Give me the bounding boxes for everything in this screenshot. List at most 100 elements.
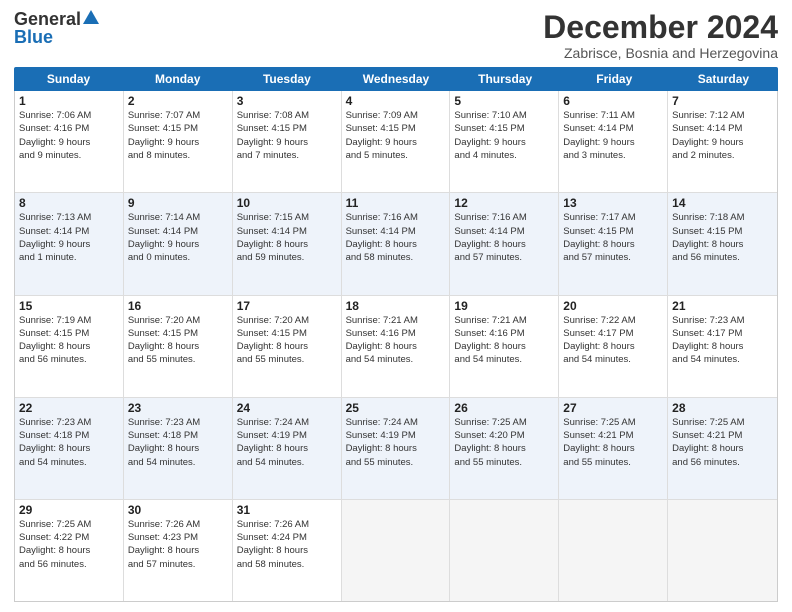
logo-icon xyxy=(83,10,99,24)
day-number: 9 xyxy=(128,196,228,210)
day-info: Sunrise: 7:10 AMSunset: 4:15 PMDaylight:… xyxy=(454,109,554,162)
day-number: 21 xyxy=(672,299,773,313)
page: General Blue December 2024 Zabrisce, Bos… xyxy=(0,0,792,612)
day-cell-23: 23Sunrise: 7:23 AMSunset: 4:18 PMDayligh… xyxy=(124,398,233,499)
day-number: 19 xyxy=(454,299,554,313)
day-info: Sunrise: 7:15 AMSunset: 4:14 PMDaylight:… xyxy=(237,211,337,264)
day-cell-26: 26Sunrise: 7:25 AMSunset: 4:20 PMDayligh… xyxy=(450,398,559,499)
day-info: Sunrise: 7:11 AMSunset: 4:14 PMDaylight:… xyxy=(563,109,663,162)
day-cell-13: 13Sunrise: 7:17 AMSunset: 4:15 PMDayligh… xyxy=(559,193,668,294)
day-info: Sunrise: 7:13 AMSunset: 4:14 PMDaylight:… xyxy=(19,211,119,264)
day-cell-15: 15Sunrise: 7:19 AMSunset: 4:15 PMDayligh… xyxy=(15,296,124,397)
calendar-row-3: 15Sunrise: 7:19 AMSunset: 4:15 PMDayligh… xyxy=(15,296,777,398)
day-info: Sunrise: 7:25 AMSunset: 4:21 PMDaylight:… xyxy=(563,416,663,469)
day-cell-4: 4Sunrise: 7:09 AMSunset: 4:15 PMDaylight… xyxy=(342,91,451,192)
day-cell-9: 9Sunrise: 7:14 AMSunset: 4:14 PMDaylight… xyxy=(124,193,233,294)
day-info: Sunrise: 7:20 AMSunset: 4:15 PMDaylight:… xyxy=(237,314,337,367)
day-info: Sunrise: 7:25 AMSunset: 4:21 PMDaylight:… xyxy=(672,416,773,469)
day-cell-25: 25Sunrise: 7:24 AMSunset: 4:19 PMDayligh… xyxy=(342,398,451,499)
day-cell-24: 24Sunrise: 7:24 AMSunset: 4:19 PMDayligh… xyxy=(233,398,342,499)
day-cell-12: 12Sunrise: 7:16 AMSunset: 4:14 PMDayligh… xyxy=(450,193,559,294)
day-cell-8: 8Sunrise: 7:13 AMSunset: 4:14 PMDaylight… xyxy=(15,193,124,294)
day-number: 27 xyxy=(563,401,663,415)
day-info: Sunrise: 7:24 AMSunset: 4:19 PMDaylight:… xyxy=(346,416,446,469)
day-number: 28 xyxy=(672,401,773,415)
day-info: Sunrise: 7:21 AMSunset: 4:16 PMDaylight:… xyxy=(346,314,446,367)
header-cell-tuesday: Tuesday xyxy=(232,67,341,91)
calendar-row-1: 1Sunrise: 7:06 AMSunset: 4:16 PMDaylight… xyxy=(15,91,777,193)
day-number: 4 xyxy=(346,94,446,108)
day-cell-1: 1Sunrise: 7:06 AMSunset: 4:16 PMDaylight… xyxy=(15,91,124,192)
day-number: 25 xyxy=(346,401,446,415)
calendar-row-5: 29Sunrise: 7:25 AMSunset: 4:22 PMDayligh… xyxy=(15,500,777,601)
day-info: Sunrise: 7:23 AMSunset: 4:18 PMDaylight:… xyxy=(128,416,228,469)
day-info: Sunrise: 7:18 AMSunset: 4:15 PMDaylight:… xyxy=(672,211,773,264)
day-number: 8 xyxy=(19,196,119,210)
day-cell-31: 31Sunrise: 7:26 AMSunset: 4:24 PMDayligh… xyxy=(233,500,342,601)
location: Zabrisce, Bosnia and Herzegovina xyxy=(543,45,778,61)
day-number: 7 xyxy=(672,94,773,108)
header-cell-thursday: Thursday xyxy=(451,67,560,91)
day-cell-empty xyxy=(668,500,777,601)
day-info: Sunrise: 7:19 AMSunset: 4:15 PMDaylight:… xyxy=(19,314,119,367)
day-number: 22 xyxy=(19,401,119,415)
day-number: 1 xyxy=(19,94,119,108)
day-cell-2: 2Sunrise: 7:07 AMSunset: 4:15 PMDaylight… xyxy=(124,91,233,192)
day-number: 24 xyxy=(237,401,337,415)
day-info: Sunrise: 7:23 AMSunset: 4:17 PMDaylight:… xyxy=(672,314,773,367)
day-info: Sunrise: 7:14 AMSunset: 4:14 PMDaylight:… xyxy=(128,211,228,264)
day-info: Sunrise: 7:21 AMSunset: 4:16 PMDaylight:… xyxy=(454,314,554,367)
day-cell-11: 11Sunrise: 7:16 AMSunset: 4:14 PMDayligh… xyxy=(342,193,451,294)
day-cell-14: 14Sunrise: 7:18 AMSunset: 4:15 PMDayligh… xyxy=(668,193,777,294)
logo-general-text: General xyxy=(14,10,81,28)
header-cell-wednesday: Wednesday xyxy=(341,67,450,91)
day-cell-18: 18Sunrise: 7:21 AMSunset: 4:16 PMDayligh… xyxy=(342,296,451,397)
day-info: Sunrise: 7:16 AMSunset: 4:14 PMDaylight:… xyxy=(454,211,554,264)
day-info: Sunrise: 7:06 AMSunset: 4:16 PMDaylight:… xyxy=(19,109,119,162)
day-number: 29 xyxy=(19,503,119,517)
day-info: Sunrise: 7:09 AMSunset: 4:15 PMDaylight:… xyxy=(346,109,446,162)
day-number: 30 xyxy=(128,503,228,517)
day-cell-7: 7Sunrise: 7:12 AMSunset: 4:14 PMDaylight… xyxy=(668,91,777,192)
day-number: 2 xyxy=(128,94,228,108)
header-cell-monday: Monday xyxy=(123,67,232,91)
day-number: 16 xyxy=(128,299,228,313)
day-info: Sunrise: 7:26 AMSunset: 4:23 PMDaylight:… xyxy=(128,518,228,571)
day-info: Sunrise: 7:25 AMSunset: 4:20 PMDaylight:… xyxy=(454,416,554,469)
day-number: 18 xyxy=(346,299,446,313)
day-cell-21: 21Sunrise: 7:23 AMSunset: 4:17 PMDayligh… xyxy=(668,296,777,397)
day-cell-10: 10Sunrise: 7:15 AMSunset: 4:14 PMDayligh… xyxy=(233,193,342,294)
day-cell-empty xyxy=(559,500,668,601)
calendar: SundayMondayTuesdayWednesdayThursdayFrid… xyxy=(14,67,778,602)
day-info: Sunrise: 7:08 AMSunset: 4:15 PMDaylight:… xyxy=(237,109,337,162)
day-cell-6: 6Sunrise: 7:11 AMSunset: 4:14 PMDaylight… xyxy=(559,91,668,192)
day-number: 12 xyxy=(454,196,554,210)
calendar-row-4: 22Sunrise: 7:23 AMSunset: 4:18 PMDayligh… xyxy=(15,398,777,500)
day-info: Sunrise: 7:23 AMSunset: 4:18 PMDaylight:… xyxy=(19,416,119,469)
day-cell-empty xyxy=(342,500,451,601)
header-cell-sunday: Sunday xyxy=(14,67,123,91)
logo-blue-text: Blue xyxy=(14,28,53,46)
day-cell-19: 19Sunrise: 7:21 AMSunset: 4:16 PMDayligh… xyxy=(450,296,559,397)
day-cell-16: 16Sunrise: 7:20 AMSunset: 4:15 PMDayligh… xyxy=(124,296,233,397)
day-info: Sunrise: 7:26 AMSunset: 4:24 PMDaylight:… xyxy=(237,518,337,571)
day-info: Sunrise: 7:25 AMSunset: 4:22 PMDaylight:… xyxy=(19,518,119,571)
day-cell-17: 17Sunrise: 7:20 AMSunset: 4:15 PMDayligh… xyxy=(233,296,342,397)
day-cell-empty xyxy=(450,500,559,601)
day-number: 31 xyxy=(237,503,337,517)
day-number: 10 xyxy=(237,196,337,210)
day-info: Sunrise: 7:22 AMSunset: 4:17 PMDaylight:… xyxy=(563,314,663,367)
day-info: Sunrise: 7:07 AMSunset: 4:15 PMDaylight:… xyxy=(128,109,228,162)
day-info: Sunrise: 7:17 AMSunset: 4:15 PMDaylight:… xyxy=(563,211,663,264)
day-info: Sunrise: 7:20 AMSunset: 4:15 PMDaylight:… xyxy=(128,314,228,367)
calendar-row-2: 8Sunrise: 7:13 AMSunset: 4:14 PMDaylight… xyxy=(15,193,777,295)
day-number: 5 xyxy=(454,94,554,108)
day-number: 3 xyxy=(237,94,337,108)
day-number: 14 xyxy=(672,196,773,210)
day-cell-20: 20Sunrise: 7:22 AMSunset: 4:17 PMDayligh… xyxy=(559,296,668,397)
day-number: 26 xyxy=(454,401,554,415)
day-number: 15 xyxy=(19,299,119,313)
day-cell-29: 29Sunrise: 7:25 AMSunset: 4:22 PMDayligh… xyxy=(15,500,124,601)
day-cell-22: 22Sunrise: 7:23 AMSunset: 4:18 PMDayligh… xyxy=(15,398,124,499)
day-number: 11 xyxy=(346,196,446,210)
